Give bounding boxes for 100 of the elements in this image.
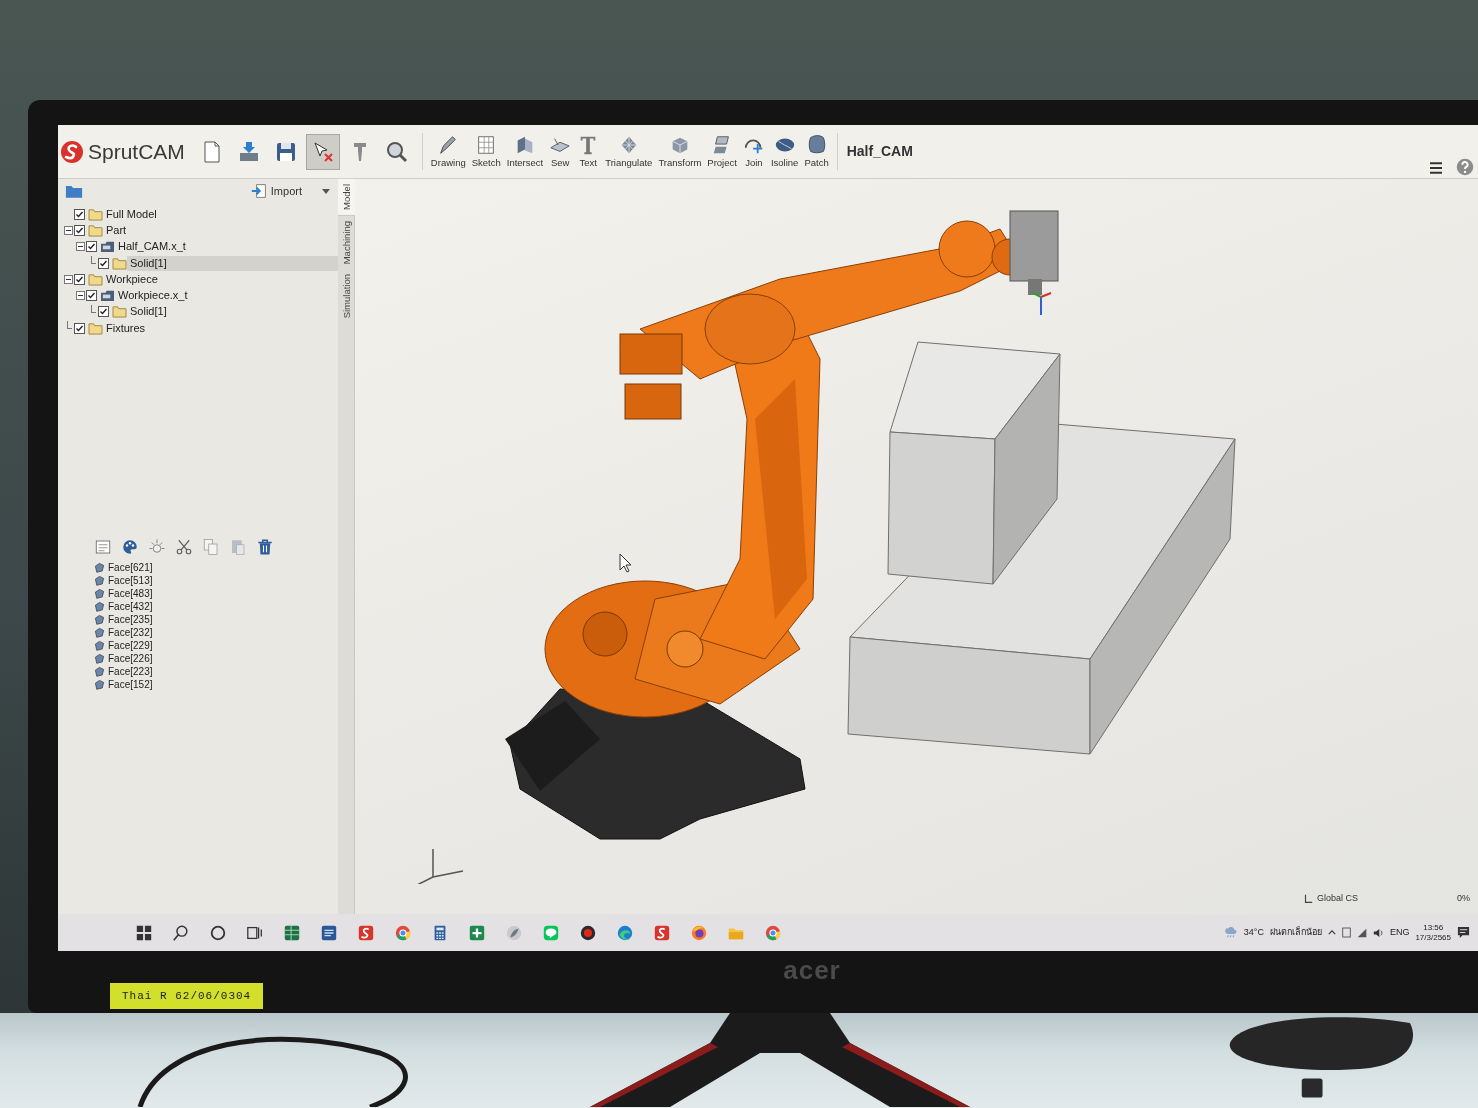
checkbox[interactable] [86,241,97,253]
clock-date[interactable]: 17/3/2565 [1415,932,1451,943]
face-icon [94,588,105,599]
network-icon[interactable] [1356,927,1367,938]
speaker-icon[interactable] [1372,927,1384,938]
axis-triad-icon [416,848,464,884]
face-icon [94,640,105,651]
face-list-item[interactable]: Face[152] [108,677,153,692]
menu-icon[interactable] [1428,160,1444,176]
magnifier-icon [384,139,409,164]
part-file-icon [100,240,115,254]
side-tab[interactable]: Machining [338,215,355,270]
face-list-item[interactable]: Face[232] [108,625,153,640]
mouse-cursor-icon [619,553,632,573]
search-icon [171,923,190,942]
side-tab[interactable]: Model [338,179,355,216]
toolbar-button[interactable]: Intersect [503,128,547,175]
face-list-item[interactable]: Face[235] [108,612,153,627]
progress-readout: 0% [1457,892,1470,906]
face-icon [94,575,105,586]
properties-icon[interactable] [94,538,112,556]
toolbar-button[interactable]: Sketch [468,128,504,175]
tree-item[interactable]: Solid[1] [127,255,338,271]
app-logo-text: SprutCAM [88,138,185,165]
checkbox[interactable] [98,257,109,269]
tablet-icon[interactable] [1341,927,1351,938]
toolbar-button[interactable]: Patch [801,128,832,175]
tree-item[interactable]: Fixtures [103,320,149,336]
document-icon [319,923,338,942]
collapse-toggle[interactable] [63,225,73,235]
start-icon [134,923,153,942]
import-button[interactable]: Import [248,182,304,200]
ring-logo-icon [393,923,412,942]
face-list-item[interactable]: Face[513] [108,573,153,588]
face-list-item[interactable]: Face[621] [108,560,153,575]
toolbar-button[interactable]: Triangulate [602,128,656,175]
face-icon [94,601,105,612]
face-icon [94,627,105,638]
palette-icon[interactable] [121,538,139,556]
asset-tag-sticker: Thai R 62/06/0304 [110,982,264,1009]
face-icon [94,614,105,625]
toolbar-button[interactable]: Project [704,128,740,175]
weather-text: ฝนตกเล็กน้อย [1269,925,1322,939]
checkbox[interactable] [86,290,97,302]
tree-item[interactable]: Workpiece [103,271,161,287]
axis-icon [1302,894,1313,904]
help-icon[interactable] [1456,158,1474,176]
chevron-up-icon[interactable] [1327,930,1336,935]
cursor-cross-button[interactable] [305,133,340,170]
tree-item[interactable]: Half_CAM.x_t [115,239,189,255]
dropdown-button[interactable] [320,188,332,194]
checkbox[interactable] [98,306,109,318]
checkbox[interactable] [74,273,85,285]
flame-globe-icon [689,923,708,942]
trash-icon[interactable] [256,538,274,556]
toolbar-button[interactable]: Isoline [767,128,802,175]
swirl-logo-icon [356,923,375,942]
notification-icon[interactable] [1457,926,1470,939]
scissors-icon[interactable] [175,538,193,556]
toolbar-button[interactable]: Join [739,128,768,175]
toolbar-button[interactable]: Transform [655,128,705,175]
tree-item[interactable]: Full Model [103,206,160,222]
tree-item[interactable]: Solid[1] [127,304,170,320]
face-list-item[interactable]: Face[223] [108,664,153,679]
leaf-icon [504,923,523,942]
collapse-toggle[interactable] [75,242,85,252]
language-indicator[interactable]: ENG [1389,925,1410,940]
ring-logo-icon [763,923,782,942]
chat-bubble-icon [541,923,560,942]
wave-logo-icon [615,923,634,942]
temperature-text: 34°C [1243,925,1264,939]
toolbar-button[interactable]: Sew [546,128,575,175]
face-list-item[interactable]: Face[483] [108,586,153,601]
import-arrow-icon [250,183,267,199]
collapse-toggle[interactable] [75,291,85,301]
face-list-item[interactable]: Face[432] [108,599,153,614]
tree-item[interactable]: Workpiece.x_t [115,288,191,304]
usb-dongle-drawing [1300,1075,1326,1101]
face-icon [94,653,105,664]
checkbox[interactable] [74,208,85,220]
face-list-item[interactable]: Face[226] [108,651,153,666]
toolbar-button[interactable]: Text [574,128,603,175]
lamp-icon[interactable] [148,538,166,556]
clock-time[interactable]: 13:56 [1423,922,1444,933]
tree-item[interactable]: Part [103,222,130,238]
side-tab[interactable]: Simulation [338,269,355,324]
checkbox[interactable] [74,224,85,236]
folder-icon [88,321,103,335]
circle-icon [208,923,227,942]
folder-icon [112,256,127,270]
project-title: Half_CAM [846,142,913,161]
face-list-item[interactable]: Face[229] [108,638,153,653]
swirl-logo-icon [652,923,671,942]
toolbar-button[interactable]: Drawing [427,128,469,175]
collapse-toggle[interactable] [63,274,73,284]
folder-icon [88,207,103,221]
record-icon [578,923,597,942]
folder-icon[interactable] [65,183,83,199]
folder-icon [88,223,103,237]
checkbox[interactable] [74,322,85,334]
